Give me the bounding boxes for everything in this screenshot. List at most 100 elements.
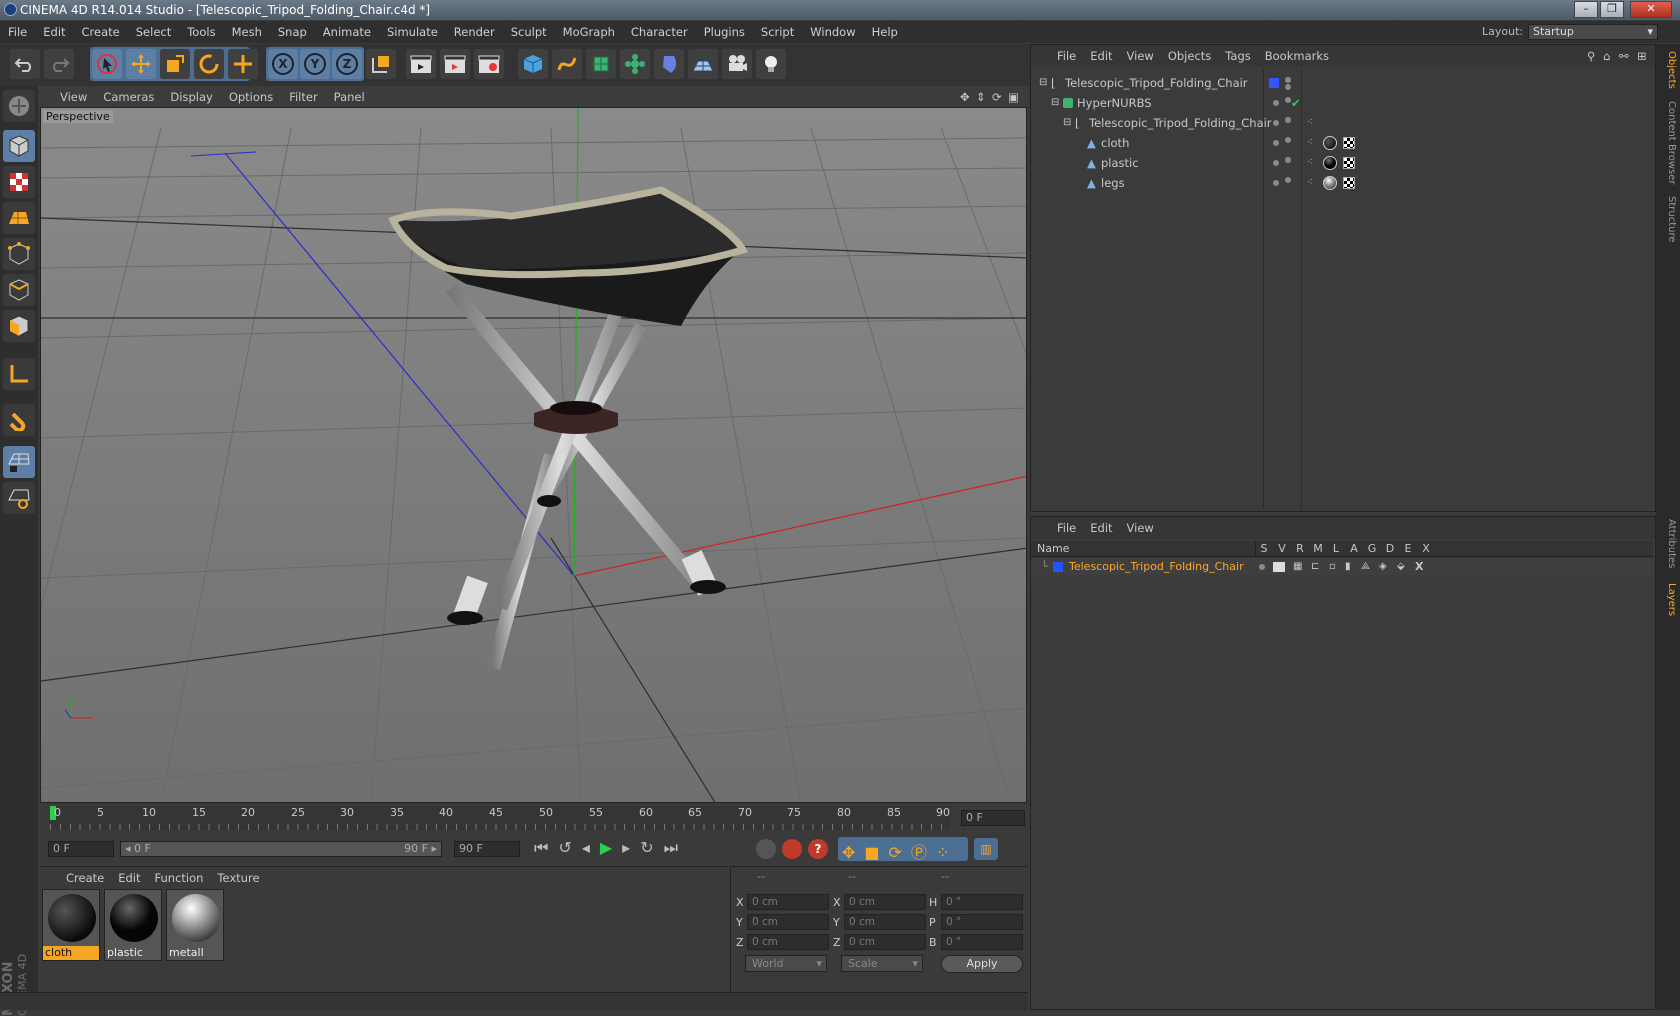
viewport-menu-view[interactable]: View bbox=[60, 87, 87, 107]
menu-sculpt[interactable]: Sculpt bbox=[503, 21, 555, 43]
layer-column-animation[interactable]: A bbox=[1345, 541, 1363, 557]
live-selection-button[interactable] bbox=[92, 49, 122, 79]
prev-key-icon[interactable]: ↺ bbox=[558, 838, 581, 857]
coordinate-mode-select[interactable]: World▾ bbox=[745, 955, 827, 972]
menu-script[interactable]: Script bbox=[753, 21, 802, 43]
editor-visibility-dot[interactable] bbox=[1273, 120, 1279, 126]
collapse-icon[interactable]: ⊟ bbox=[1063, 113, 1071, 133]
phong-tag-icon[interactable]: ⁖ bbox=[1307, 153, 1313, 173]
render-visibility-dot[interactable] bbox=[1285, 84, 1291, 90]
layer-color-swatch[interactable] bbox=[1053, 562, 1063, 572]
layer-render-clapper-icon[interactable]: ▦ bbox=[1293, 559, 1302, 575]
menu-mesh[interactable]: Mesh bbox=[224, 21, 270, 43]
render-settings-button[interactable] bbox=[474, 49, 504, 79]
object-row[interactable]: ▲ plastic ⁖ bbox=[1031, 153, 1653, 173]
timeline-window-icon[interactable]: ▥ bbox=[974, 838, 998, 860]
layer-column-render[interactable]: R bbox=[1291, 541, 1309, 557]
layer-view-eye-icon[interactable] bbox=[1273, 562, 1285, 572]
scale-button[interactable] bbox=[160, 49, 190, 79]
search-icon[interactable]: ⚲ bbox=[1587, 45, 1595, 67]
object-row[interactable]: ⊟ ⌊ Telescopic_Tripod_Folding_Chair bbox=[1031, 73, 1653, 93]
spline-pen-button[interactable] bbox=[552, 49, 582, 79]
cube-primitive-button[interactable] bbox=[518, 49, 548, 79]
material-tag-icon[interactable] bbox=[1323, 176, 1337, 190]
viewport-menu-panel[interactable]: Panel bbox=[334, 87, 365, 107]
layer-solo-toggle[interactable] bbox=[1259, 564, 1265, 570]
material-menu-function[interactable]: Function bbox=[155, 871, 204, 885]
menu-window[interactable]: Window bbox=[802, 21, 863, 43]
position-y-field[interactable]: 0 cm bbox=[747, 914, 829, 930]
key-parameter-icon[interactable]: Ⓟ bbox=[911, 843, 936, 862]
render-visibility-dot[interactable] bbox=[1285, 157, 1291, 163]
uvw-tag-icon[interactable] bbox=[1343, 157, 1355, 169]
menu-mograph[interactable]: MoGraph bbox=[555, 21, 623, 43]
end-frame-field[interactable]: 90 F bbox=[454, 841, 520, 857]
current-frame-field[interactable]: 0 F bbox=[961, 810, 1025, 826]
tab-content-browser[interactable]: Content Browser bbox=[1659, 100, 1677, 186]
viewport-menu-cameras[interactable]: Cameras bbox=[103, 87, 154, 107]
material-menu-texture[interactable]: Texture bbox=[217, 871, 259, 885]
viewport-menu-options[interactable]: Options bbox=[229, 87, 273, 107]
edges-mode-button[interactable] bbox=[3, 274, 35, 306]
play-icon[interactable]: ▶ bbox=[600, 838, 622, 857]
menu-help[interactable]: Help bbox=[864, 21, 906, 43]
editor-visibility-dot[interactable] bbox=[1273, 140, 1279, 146]
menu-render[interactable]: Render bbox=[446, 21, 503, 43]
menu-animate[interactable]: Animate bbox=[315, 21, 379, 43]
prev-frame-icon[interactable]: ◂ bbox=[582, 838, 600, 857]
layer-column-view[interactable]: V bbox=[1273, 541, 1291, 557]
viewport-move-icon[interactable]: ✥ bbox=[960, 87, 970, 107]
layer-column-locked[interactable]: L bbox=[1327, 541, 1345, 557]
render-visibility-dot[interactable] bbox=[1285, 177, 1291, 183]
editor-visibility-dot[interactable] bbox=[1273, 160, 1279, 166]
layer-column-deformers[interactable]: D bbox=[1381, 541, 1399, 557]
locked-workplane-button[interactable] bbox=[3, 446, 35, 478]
menu-select[interactable]: Select bbox=[128, 21, 179, 43]
y-axis-lock-button[interactable]: Y bbox=[300, 49, 330, 79]
next-key-icon[interactable]: ↻ bbox=[640, 838, 663, 857]
next-frame-icon[interactable]: ▸ bbox=[622, 838, 640, 857]
viewport-menu-display[interactable]: Display bbox=[170, 87, 212, 107]
restore-button[interactable]: ❐ bbox=[1600, 1, 1624, 18]
render-to-picture-viewer-button[interactable] bbox=[440, 49, 470, 79]
keyframe-selection-icon[interactable]: ? bbox=[808, 839, 828, 859]
key-rotation-icon[interactable]: ⟳ bbox=[889, 843, 911, 862]
points-mode-button[interactable] bbox=[3, 238, 35, 270]
uvw-tag-icon[interactable] bbox=[1343, 177, 1355, 189]
layout-select[interactable]: Startup▾ bbox=[1528, 24, 1658, 40]
goto-start-icon[interactable]: ⏮ bbox=[534, 838, 558, 857]
z-axis-lock-button[interactable]: Z bbox=[332, 49, 362, 79]
layer-manager-tree-icon[interactable]: ⊏ bbox=[1311, 559, 1319, 575]
menu-snap[interactable]: Snap bbox=[270, 21, 315, 43]
menu-plugins[interactable]: Plugins bbox=[696, 21, 753, 43]
viewport-dolly-icon[interactable]: ⇕ bbox=[976, 87, 986, 107]
minimize-button[interactable]: – bbox=[1574, 1, 1598, 18]
goto-end-icon[interactable]: ⏭ bbox=[664, 838, 688, 857]
enabled-check-icon[interactable]: ✔ bbox=[1291, 93, 1301, 113]
menu-character[interactable]: Character bbox=[623, 21, 696, 43]
material-tag-icon[interactable] bbox=[1323, 156, 1337, 170]
tab-attributes[interactable]: Attributes bbox=[1659, 516, 1677, 572]
material-menu-edit[interactable]: Edit bbox=[118, 871, 140, 885]
material-swatch-plastic[interactable]: plastic bbox=[104, 889, 162, 961]
camera-button[interactable] bbox=[722, 49, 752, 79]
new-view-icon[interactable]: ⊞ bbox=[1637, 45, 1647, 67]
viewport-menu-filter[interactable]: Filter bbox=[289, 87, 317, 107]
menu-edit[interactable]: Edit bbox=[35, 21, 73, 43]
tab-objects[interactable]: Objects bbox=[1659, 48, 1677, 92]
layer-color-swatch[interactable] bbox=[1269, 78, 1279, 88]
layer-animation-icon[interactable]: ▮ bbox=[1345, 559, 1351, 575]
layer-column-expressions[interactable]: E bbox=[1399, 541, 1417, 557]
apply-button[interactable]: Apply bbox=[941, 955, 1023, 973]
editor-visibility-dot[interactable] bbox=[1273, 100, 1279, 106]
size-y-field[interactable]: 0 cm bbox=[844, 914, 926, 930]
editor-visibility-dot[interactable] bbox=[1285, 77, 1291, 83]
objects-menu-edit[interactable]: Edit bbox=[1090, 49, 1112, 63]
home-icon[interactable]: ⌂ bbox=[1603, 45, 1610, 67]
tab-structure[interactable]: Structure bbox=[1659, 194, 1677, 244]
preview-range-slider[interactable]: ◂ 0 F90 F ▸ bbox=[120, 841, 442, 857]
phong-tag-icon[interactable]: ⁖ bbox=[1307, 113, 1313, 133]
objects-menu-bookmarks[interactable]: Bookmarks bbox=[1265, 49, 1329, 63]
layers-menu-edit[interactable]: Edit bbox=[1090, 521, 1112, 535]
material-swatch-metall[interactable]: metall bbox=[166, 889, 224, 961]
